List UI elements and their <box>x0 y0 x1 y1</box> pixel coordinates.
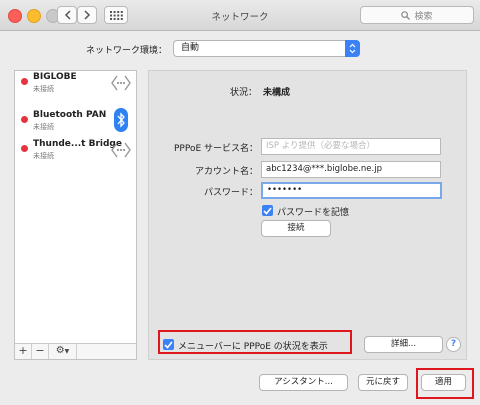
status-label: 状況： <box>229 88 257 98</box>
forward-button[interactable] <box>77 6 97 24</box>
service-item-biglobe[interactable]: BIGLOBE 未接続 <box>15 71 136 99</box>
detail-panel: 状況： 未構成 PPPoE サービス名： ISP より提供（必要な場合） アカウ… <box>148 70 467 360</box>
remove-service-button[interactable]: − <box>32 344 49 359</box>
password-label: パスワード： <box>203 188 258 198</box>
service-name: BIGLOBE <box>33 72 77 82</box>
bluetooth-icon <box>114 108 128 132</box>
title-bar: ネットワーク 検索 <box>0 0 480 31</box>
service-item-bluetooth-pan[interactable]: Bluetooth PAN 未接続 <box>15 108 136 137</box>
status-dot <box>21 116 28 123</box>
status-value: 未構成 <box>263 88 291 98</box>
gear-menu-button[interactable]: ⚙▼ <box>49 344 77 359</box>
assistant-button[interactable]: アシスタント... <box>259 374 348 391</box>
search-icon <box>401 10 411 20</box>
back-icon <box>64 10 71 20</box>
chevron-down-icon: ▼ <box>64 348 70 355</box>
ethernet-icon <box>111 142 131 158</box>
close-button[interactable] <box>8 9 22 23</box>
minimize-button[interactable] <box>27 9 41 23</box>
back-button[interactable] <box>57 6 77 24</box>
password-input[interactable]: ••••••• <box>261 182 442 199</box>
location-value: 自動 <box>181 43 200 53</box>
checkmark-icon <box>263 206 272 215</box>
highlight-box <box>158 330 352 354</box>
connect-button[interactable]: 接続 <box>261 220 331 237</box>
service-item-thunderbolt-bridge[interactable]: Thunde...t Bridge 未接続 <box>15 138 136 166</box>
location-label: ネットワーク環境： <box>86 46 168 56</box>
account-name-input[interactable]: abc1234@***.biglobe.ne.jp <box>261 161 441 178</box>
popup-arrows-icon <box>345 40 360 57</box>
service-status: 未接続 <box>33 152 54 160</box>
service-status: 未接続 <box>33 123 54 131</box>
search-placeholder: 検索 <box>414 11 433 22</box>
pppoe-icon <box>111 75 131 91</box>
window-title: ネットワーク <box>211 12 269 23</box>
service-status: 未接続 <box>33 85 54 93</box>
service-list: BIGLOBE 未接続 Bluetooth PAN 未接続 Thunde...t… <box>14 70 137 360</box>
service-name: Thunde...t Bridge <box>33 139 122 149</box>
advanced-button[interactable]: 詳細... <box>364 336 443 353</box>
revert-button[interactable]: 元に戻す <box>358 374 408 391</box>
pppoe-service-input[interactable]: ISP より提供（必要な場合） <box>261 138 441 155</box>
sidebar-controls: + − ⚙▼ <box>15 343 136 359</box>
remember-password-checkbox[interactable] <box>262 205 273 216</box>
account-name-label: アカウント名： <box>194 167 258 177</box>
location-popup[interactable]: 自動 <box>173 40 360 57</box>
service-name: Bluetooth PAN <box>33 110 107 120</box>
status-dot <box>21 78 28 85</box>
add-service-button[interactable]: + <box>15 344 32 359</box>
gear-icon: ⚙ <box>55 345 65 356</box>
remember-password-label: パスワードを記憶 <box>277 208 350 218</box>
status-dot <box>21 145 28 152</box>
forward-icon <box>83 10 90 20</box>
search-field[interactable]: 検索 <box>360 6 474 24</box>
highlight-box <box>416 368 474 399</box>
help-button[interactable]: ? <box>446 337 461 352</box>
grid-icon <box>109 10 123 20</box>
show-all-button[interactable] <box>104 6 128 24</box>
pppoe-service-label: PPPoE サービス名： <box>173 144 258 154</box>
